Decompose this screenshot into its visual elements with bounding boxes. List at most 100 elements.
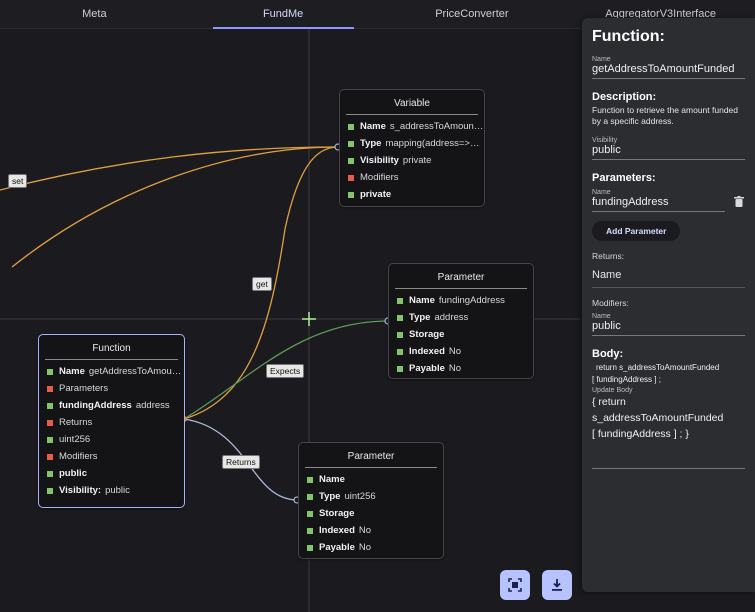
- green-marker-icon: [397, 331, 403, 338]
- row-value: Modifiers: [59, 451, 98, 462]
- row-value: Modifiers: [360, 172, 399, 183]
- parameter-row: Name fundingAddress: [592, 186, 745, 212]
- node-row: Payable No: [299, 539, 443, 556]
- name-label: Name: [592, 56, 611, 63]
- function-properties-panel: Function: Name getAddressToAmountFunded …: [582, 18, 755, 592]
- row-key: Payable: [409, 363, 445, 374]
- row-key: Visibility:: [59, 485, 102, 496]
- fit-view-button[interactable]: [500, 570, 530, 600]
- edge-set-upper[interactable]: [0, 146, 339, 191]
- function-node[interactable]: Function Name getAddressToAmount... Parame…: [38, 334, 185, 508]
- parameter-node-return[interactable]: Parameter Name Type uint256 Storage Indexed N…: [298, 442, 444, 559]
- modifiers-label: Modifiers:: [592, 298, 629, 308]
- node-title: Function: [45, 335, 178, 360]
- update-body-field[interactable]: { return s_addressToAmountFunded [ fundi…: [592, 394, 745, 469]
- parameter-name-label: Name: [592, 189, 611, 196]
- body-heading: Body:: [592, 348, 624, 360]
- node-title: Parameter: [395, 264, 527, 289]
- description-text[interactable]: Function to retrieve the amount funded b…: [592, 105, 745, 127]
- row-key: Storage: [319, 508, 355, 519]
- row-key: Name: [360, 121, 386, 132]
- row-value: No: [448, 363, 462, 374]
- function-name-field[interactable]: getAddressToAmountFunded: [592, 63, 745, 79]
- green-marker-icon: [348, 157, 354, 164]
- update-body-line-2: s_addressToAmountFunded: [592, 412, 724, 424]
- body-code-line-1: return s_addressToAmountFunded: [596, 363, 720, 372]
- trash-icon[interactable]: [734, 196, 744, 207]
- green-marker-icon: [307, 493, 313, 500]
- row-key: public: [59, 468, 87, 479]
- returns-name-field[interactable]: Name: [592, 269, 745, 288]
- node-row: Type mapping(address=>ui...: [340, 135, 484, 152]
- update-body-line-1: { return: [592, 396, 626, 408]
- edge-label-set: set: [8, 174, 28, 188]
- row-value: No: [358, 542, 372, 553]
- green-marker-icon: [47, 470, 53, 477]
- row-key: Type: [409, 312, 431, 323]
- row-value: No: [448, 346, 462, 357]
- node-row: Payable No: [389, 360, 533, 377]
- green-marker-icon: [397, 348, 403, 355]
- edge-label-returns: Returns: [222, 455, 260, 469]
- download-icon: [552, 579, 562, 591]
- edge-label-expects: Expects: [266, 364, 305, 378]
- node-row: Name fundingAddress: [389, 292, 533, 309]
- green-marker-icon: [47, 487, 53, 494]
- node-row: Type uint256: [299, 488, 443, 505]
- node-row: private: [340, 186, 484, 203]
- row-value: private: [402, 155, 432, 166]
- returns-label: Returns:: [592, 251, 625, 261]
- node-title: Parameter: [305, 443, 437, 468]
- row-key: Type: [360, 138, 382, 149]
- edge-label-get: get: [252, 277, 272, 291]
- visibility-field[interactable]: public: [592, 144, 745, 160]
- green-marker-icon: [397, 365, 403, 372]
- description-heading: Description:: [592, 91, 657, 103]
- row-key: Indexed: [409, 346, 445, 357]
- row-value: uint256: [344, 491, 376, 502]
- modifier-name-label: Name: [592, 313, 611, 320]
- row-key: Indexed: [319, 525, 355, 536]
- tab-meta[interactable]: Meta: [0, 0, 189, 28]
- body-code-line-2: [ fundingAddress ] ;: [592, 375, 661, 384]
- node-row: Indexed No: [299, 522, 443, 539]
- node-row: Returns: [39, 414, 184, 431]
- update-body-line-3: [ fundingAddress ] ; }: [592, 428, 689, 440]
- variable-node[interactable]: Variable Name s_addressToAmountF... Type ma…: [339, 89, 485, 207]
- node-row: Visibility: public: [39, 482, 184, 499]
- red-marker-icon: [47, 385, 53, 392]
- node-row: fundingAddress address: [39, 397, 184, 414]
- green-marker-icon: [47, 436, 53, 443]
- row-key: Name: [409, 295, 435, 306]
- node-row: Name getAddressToAmount...: [39, 363, 184, 380]
- row-value: getAddressToAmount...: [88, 366, 184, 377]
- edge-set-lower[interactable]: [11, 146, 339, 268]
- row-value: s_addressToAmountF...: [389, 121, 484, 132]
- green-marker-icon: [307, 544, 313, 551]
- parameter-node-funding-address[interactable]: Parameter Name fundingAddress Type address S…: [388, 263, 534, 379]
- green-marker-icon: [307, 527, 313, 534]
- red-marker-icon: [47, 453, 53, 460]
- parameter-name-field[interactable]: fundingAddress: [592, 196, 725, 212]
- green-marker-icon: [397, 297, 403, 304]
- row-key: Storage: [409, 329, 445, 340]
- green-marker-icon: [348, 191, 354, 198]
- node-row: Storage: [299, 505, 443, 522]
- red-marker-icon: [348, 174, 354, 181]
- row-key: private: [360, 189, 392, 200]
- tab-priceconverter[interactable]: PriceConverter: [378, 0, 567, 28]
- green-marker-icon: [397, 314, 403, 321]
- row-value: uint256: [59, 434, 91, 445]
- node-row: Visibility private: [340, 152, 484, 169]
- modifier-name-field[interactable]: public: [592, 320, 745, 336]
- panel-heading: Function:: [592, 28, 665, 45]
- update-body-label: Update Body: [592, 387, 633, 394]
- tab-fundme[interactable]: FundMe: [189, 0, 378, 29]
- download-button[interactable]: [542, 570, 572, 600]
- green-marker-icon: [348, 123, 354, 130]
- node-row: public: [39, 465, 184, 482]
- green-marker-icon: [47, 368, 53, 375]
- node-row: Storage: [389, 326, 533, 343]
- add-parameter-button[interactable]: Add Parameter: [592, 221, 681, 241]
- node-row: Indexed No: [389, 343, 533, 360]
